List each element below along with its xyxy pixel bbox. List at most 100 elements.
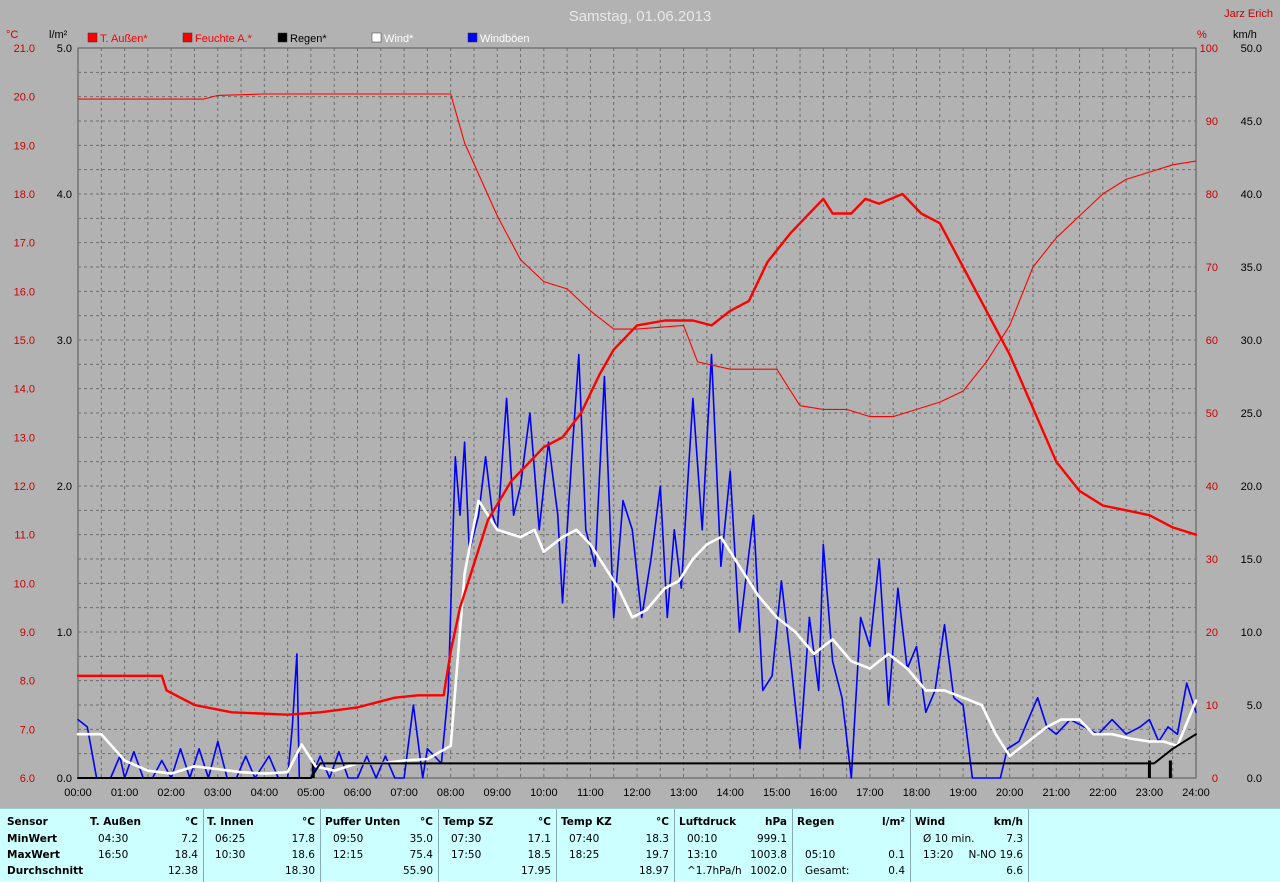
stats-value: 18.5	[527, 849, 551, 861]
stats-value: 17.95	[520, 865, 551, 877]
time-tick-label: 17:00	[856, 787, 884, 799]
temp-tick-label: 20.0	[14, 92, 35, 104]
stats-value: N-NO 19.6	[968, 849, 1023, 861]
stats-value: 999.1	[756, 833, 787, 845]
stats-sensor-name: Luftdruck	[679, 816, 737, 828]
stats-value: 7.2	[181, 833, 198, 845]
stats-value: 18.97	[638, 865, 669, 877]
temp-tick-label: 19.0	[14, 140, 35, 152]
wind-tick-label: 25.0	[1241, 408, 1262, 420]
rain-tick-label: 5.0	[57, 43, 72, 55]
temp-tick-label: 18.0	[14, 189, 35, 201]
stats-value: 18.3	[645, 833, 669, 845]
stats-value: 18.4	[174, 849, 198, 861]
time-tick-label: 01:00	[111, 787, 139, 799]
stats-value: 0.4	[888, 865, 905, 877]
legend-swatch	[87, 32, 98, 43]
wind-tick-label: 5.0	[1247, 700, 1262, 712]
temp-tick-label: 16.0	[14, 286, 35, 298]
time-tick-label: 06:00	[344, 787, 372, 799]
stats-time: 13:20	[923, 849, 954, 861]
stats-sensor-unit: °C	[538, 816, 551, 828]
temp-tick-label: 13.0	[14, 432, 35, 444]
stats-value: 18.30	[284, 865, 315, 877]
temp-tick-label: 10.0	[14, 578, 35, 590]
time-tick-label: 08:00	[437, 787, 465, 799]
stats-sensor-name: Wind	[915, 816, 946, 828]
temp-unit-label: °C	[6, 29, 18, 41]
time-tick-label: 18:00	[903, 787, 931, 799]
stats-sensor-name: T. Außen	[90, 816, 141, 828]
stats-time: 12:15	[333, 849, 364, 861]
rain-unit-label: l/m²	[49, 29, 68, 41]
stats-value: 6.6	[1006, 865, 1023, 877]
humidity-unit-label: %	[1197, 29, 1207, 41]
time-tick-label: 07:00	[390, 787, 418, 799]
time-tick-label: 10:00	[530, 787, 558, 799]
chart-title: Samstag, 01.06.2013	[569, 8, 712, 25]
legend-label: Feuchte A.*	[195, 33, 253, 45]
wind-tick-label: 50.0	[1241, 43, 1262, 55]
legend-label: Wind*	[384, 33, 414, 45]
stats-value: 35.0	[409, 833, 433, 845]
chart-area: Samstag, 01.06.2013 Jarz Erich °C l/m²% km/h…	[0, 0, 1280, 808]
stats-sensor-unit: km/h	[993, 816, 1023, 828]
temp-tick-label: 14.0	[14, 384, 35, 396]
rain-tick-label: 4.0	[57, 189, 72, 201]
wind-tick-label: 45.0	[1241, 116, 1262, 128]
stats-panel: Sensor MinWert MaxWert Durchschnitt T. Außen…	[0, 808, 1280, 882]
stats-row-label: MaxWert	[7, 849, 60, 861]
temp-tick-label: 7.0	[20, 724, 35, 736]
humidity-tick-label: 70	[1206, 262, 1218, 274]
stats-sensor-name: Regen	[797, 816, 835, 828]
humidity-tick-label: 20	[1206, 627, 1218, 639]
time-tick-label: 20:00	[996, 787, 1024, 799]
temp-tick-label: 9.0	[20, 627, 35, 639]
time-tick-label: 11:00	[577, 787, 604, 799]
stats-sensor-unit: hPa	[765, 816, 787, 828]
stats-time: 09:50	[333, 833, 364, 845]
time-tick-label: 03:00	[204, 787, 232, 799]
stats-value: 17.8	[291, 833, 315, 845]
stats-time: 05:10	[805, 849, 836, 861]
humidity-tick-label: 10	[1206, 700, 1218, 712]
legend-swatch	[371, 32, 382, 43]
time-tick-label: 23:00	[1136, 787, 1164, 799]
wind-tick-label: 15.0	[1241, 554, 1262, 566]
time-tick-label: 02:00	[157, 787, 185, 799]
wind-tick-label: 40.0	[1241, 189, 1262, 201]
stats-sensor-name: T. Innen	[207, 816, 254, 828]
stats-sensor-unit: °C	[185, 816, 198, 828]
time-tick-label: 09:00	[483, 787, 511, 799]
stats-time: 10:30	[215, 849, 246, 861]
stats-time: 07:30	[451, 833, 482, 845]
stats-sensor-unit: °C	[656, 816, 669, 828]
stats-row-label: Durchschnitt	[7, 865, 84, 877]
stats-sensor-unit: °C	[302, 816, 315, 828]
time-tick-label: 19:00	[949, 787, 977, 799]
rain-tick-label: 0.0	[57, 773, 72, 785]
legend-swatch	[182, 32, 193, 43]
legend-label: T. Außen*	[100, 33, 148, 45]
humidity-tick-label: 30	[1206, 554, 1218, 566]
stats-value: 55.90	[402, 865, 433, 877]
wind-tick-label: 30.0	[1241, 335, 1262, 347]
stats-value: 1003.8	[750, 849, 787, 861]
stats-value: 0.1	[888, 849, 905, 861]
time-tick-label: 13:00	[670, 787, 698, 799]
humidity-tick-label: 80	[1206, 189, 1218, 201]
rain-tick-label: 3.0	[57, 335, 72, 347]
stats-time: 06:25	[215, 833, 246, 845]
stats-row-label: Sensor	[7, 816, 48, 828]
stats-sensor-name: Temp SZ	[443, 816, 494, 828]
humidity-tick-label: 40	[1206, 481, 1218, 493]
stats-value: 1002.0	[750, 865, 787, 877]
stats-value: 7.3	[1006, 833, 1023, 845]
rain-tick-label: 2.0	[57, 481, 72, 493]
weather-chart: Samstag, 01.06.2013 Jarz Erich °C l/m²% km/h…	[6, 8, 1273, 799]
time-tick-label: 04:00	[251, 787, 279, 799]
stats-value: 19.7	[645, 849, 669, 861]
stats-value: 18.6	[291, 849, 315, 861]
legend-label: Regen*	[290, 33, 327, 45]
legend-label: Windböen	[480, 33, 530, 45]
